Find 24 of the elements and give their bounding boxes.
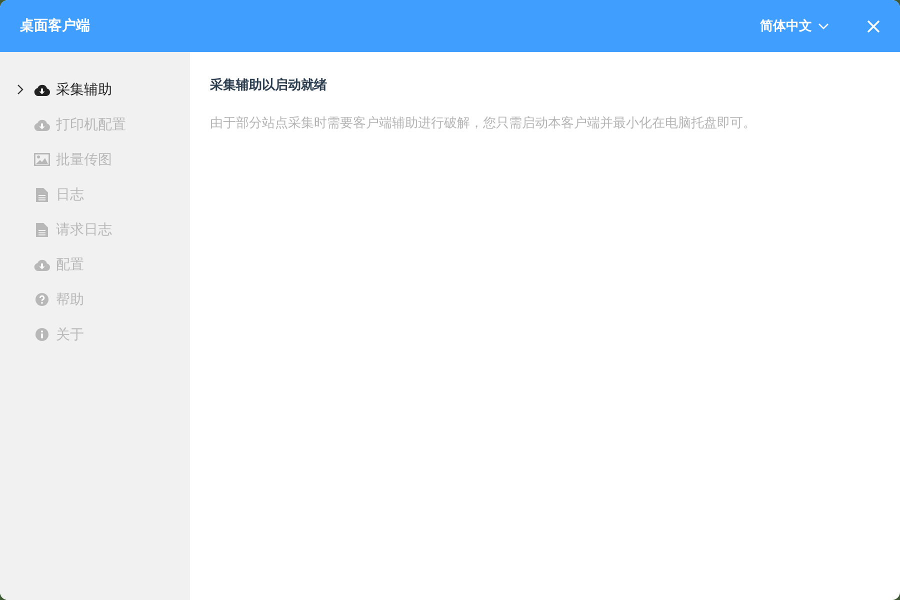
image-icon bbox=[34, 153, 50, 166]
sidebar-item[interactable]: 批量传图 bbox=[0, 142, 118, 177]
sidebar-item[interactable]: 配置 bbox=[0, 247, 90, 282]
info-icon bbox=[34, 328, 50, 341]
chevron-right-icon bbox=[17, 84, 24, 95]
close-button[interactable] bbox=[867, 20, 880, 32]
section-heading: 采集辅助以启动就绪 bbox=[210, 76, 328, 94]
description-text: 由于部分站点采集时需要客户端辅助进行破解，您只需启动本客户端并最小化在电脑托盘即可。 bbox=[210, 115, 757, 132]
sidebar-item[interactable]: 日志 bbox=[0, 177, 90, 212]
document-icon bbox=[34, 222, 50, 236]
cloud-download-icon bbox=[34, 118, 50, 130]
sidebar-item[interactable]: 采集辅助 bbox=[0, 72, 118, 107]
sidebar-item[interactable]: 请求日志 bbox=[0, 212, 118, 247]
document-icon bbox=[34, 188, 50, 202]
sidebar-item[interactable]: 帮助 bbox=[0, 282, 90, 317]
cloud-download-icon bbox=[34, 84, 50, 96]
window-title: 桌面客户端 bbox=[20, 17, 91, 35]
cloud-download-icon bbox=[34, 258, 50, 270]
close-icon bbox=[867, 20, 880, 32]
sidebar-item[interactable]: 关于 bbox=[0, 317, 90, 352]
sidebar-item[interactable]: 打印机配置 bbox=[0, 107, 132, 142]
language-dropdown[interactable]: 简体中文 bbox=[760, 17, 829, 35]
chevron-down-icon bbox=[818, 22, 829, 30]
help-icon bbox=[34, 293, 50, 306]
